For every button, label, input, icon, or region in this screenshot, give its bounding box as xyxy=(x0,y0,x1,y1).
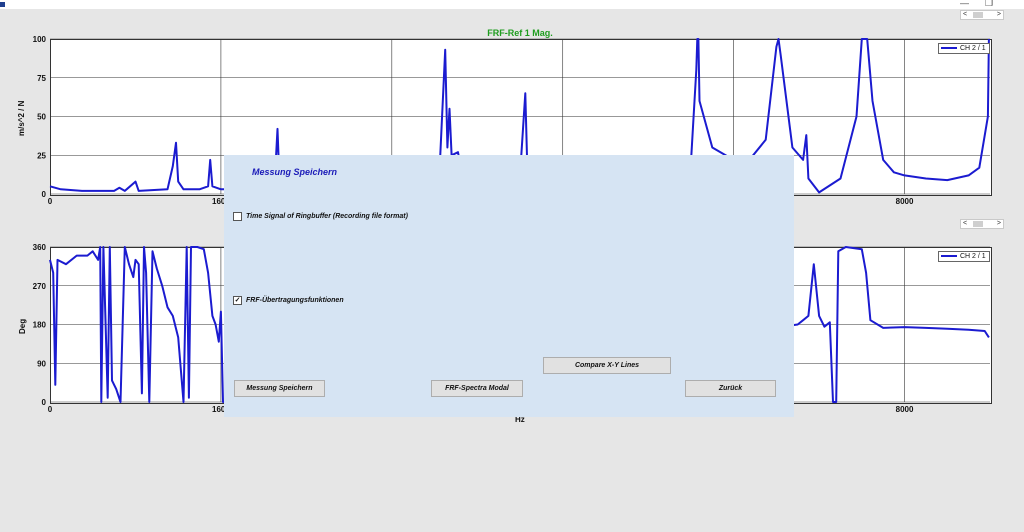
y-tick-label: 50 xyxy=(37,113,46,122)
x-tick-label: 0 xyxy=(48,197,53,206)
y-tick-label: 180 xyxy=(33,321,47,330)
frf-option[interactable]: ✓ FRF-Übertragungsfunktionen xyxy=(233,296,344,305)
legend-label: CH 2 / 1 xyxy=(960,45,986,52)
save-measurement-button[interactable]: Messung Speichern xyxy=(234,380,325,397)
y-tick-label: 90 xyxy=(37,359,46,368)
back-button[interactable]: Zurück xyxy=(685,380,776,397)
frf-spectra-modal-button[interactable]: FRF-Spectra Modal xyxy=(431,380,523,397)
compare-xy-lines-button[interactable]: Compare X-Y Lines xyxy=(543,357,671,374)
frf-label: FRF-Übertragungsfunktionen xyxy=(246,297,344,304)
time-signal-label: Time Signal of Ringbuffer (Recording fil… xyxy=(246,213,408,220)
legend-swatch xyxy=(941,47,957,50)
y-tick-label: 270 xyxy=(33,282,47,291)
frf-checkbox[interactable]: ✓ xyxy=(233,296,242,305)
y-tick-label: 25 xyxy=(37,151,46,160)
save-measurement-dialog: Messung Speichern Time Signal of Ringbuf… xyxy=(224,155,794,417)
y-tick-label: 360 xyxy=(33,243,47,252)
legend-label: CH 2 / 1 xyxy=(960,253,986,260)
y-tick-label: 75 xyxy=(37,74,46,83)
y-tick-label: 0 xyxy=(42,190,47,199)
time-signal-option[interactable]: Time Signal of Ringbuffer (Recording fil… xyxy=(233,212,408,221)
x-tick-label: 8000 xyxy=(896,405,914,414)
phase-legend: CH 2 / 1 xyxy=(938,251,990,262)
legend-swatch xyxy=(941,255,957,258)
y-tick-label: 100 xyxy=(33,35,47,44)
x-tick-label: 8000 xyxy=(896,197,914,206)
y-tick-label: 0 xyxy=(42,398,47,407)
magnitude-legend: CH 2 / 1 xyxy=(938,43,990,54)
dialog-title: Messung Speichern xyxy=(252,167,338,177)
time-signal-checkbox[interactable] xyxy=(233,212,242,221)
x-tick-label: 0 xyxy=(48,405,53,414)
